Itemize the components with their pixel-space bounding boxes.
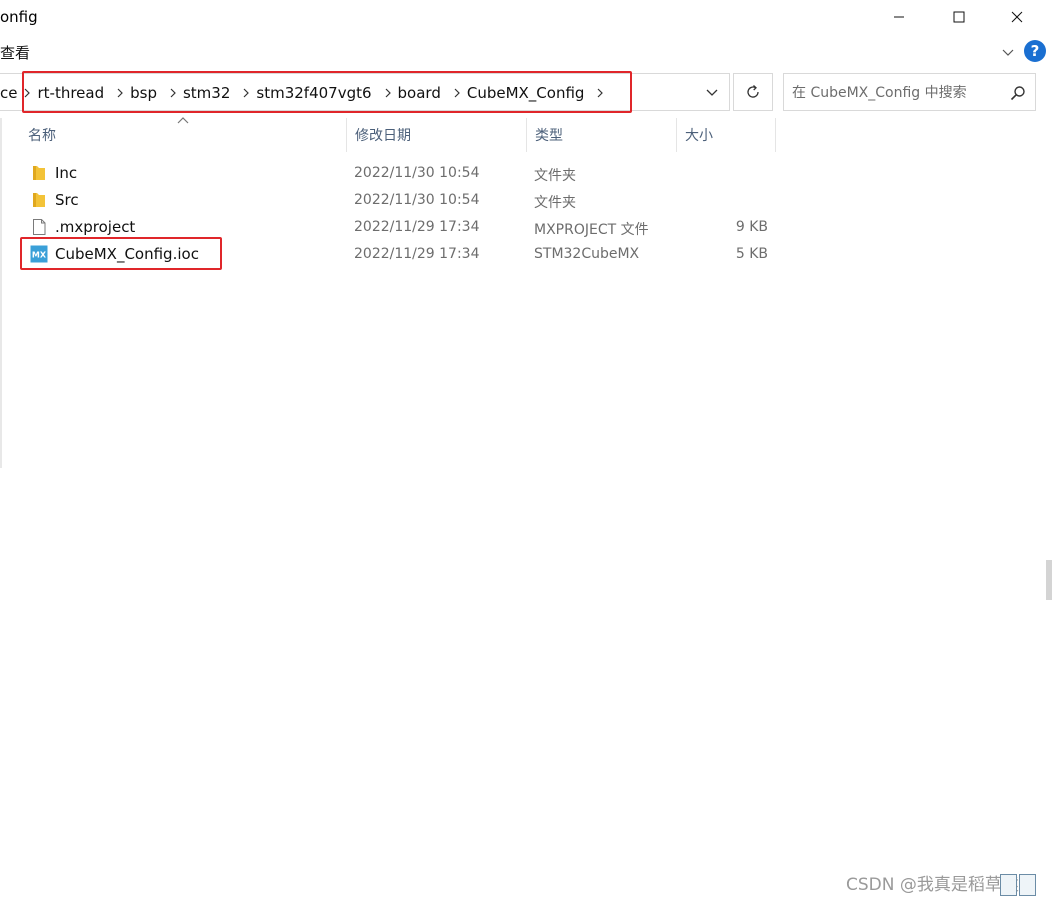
- breadcrumb-item-stm32[interactable]: stm32: [183, 84, 230, 102]
- file-date: 2022/11/30 10:54: [354, 165, 480, 181]
- file-size: 9 KB: [735, 219, 768, 235]
- column-header-size[interactable]: 大小: [676, 118, 776, 152]
- column-header-date[interactable]: 修改日期: [346, 118, 526, 152]
- breadcrumb-chevron-icon[interactable]: [110, 75, 130, 111]
- refresh-icon: [747, 85, 759, 98]
- breadcrumb-chevron-icon[interactable]: [447, 75, 467, 111]
- file-name: .mxproject: [55, 218, 136, 236]
- breadcrumb-item-rt-thread[interactable]: rt-thread: [37, 84, 104, 102]
- file-type: STM32CubeMX: [534, 246, 640, 262]
- file-date: 2022/11/29 17:34: [354, 219, 480, 235]
- chevron-down-icon: [706, 89, 718, 96]
- close-icon: [1011, 11, 1023, 23]
- file-name: Inc: [55, 164, 78, 182]
- watermark: CSDN @我真是稻草猿: [846, 875, 1019, 895]
- breadcrumb-chevron-icon[interactable]: [17, 75, 37, 111]
- file-row-src[interactable]: Src 2022/11/30 10:54 文件夹: [20, 187, 780, 214]
- breadcrumb-item-current[interactable]: CubeMX_Config: [467, 84, 585, 102]
- breadcrumb-chevron-icon[interactable]: [236, 75, 256, 111]
- breadcrumb-item-stm32f407vgt6[interactable]: stm32f407vgt6: [256, 84, 371, 102]
- column-header-type[interactable]: 类型: [526, 118, 676, 152]
- address-history-button[interactable]: [698, 84, 726, 102]
- file-row-mxproject[interactable]: .mxproject 2022/11/29 17:34 MXPROJECT 文件…: [20, 214, 780, 241]
- maximize-button[interactable]: [936, 0, 982, 34]
- cubemx-file-icon: MX: [30, 245, 48, 263]
- blank-file-icon: [33, 219, 46, 235]
- close-button[interactable]: [994, 0, 1040, 34]
- file-type: 文件夹: [534, 168, 576, 184]
- help-icon[interactable]: ?: [1024, 40, 1046, 62]
- file-row-ioc[interactable]: MX CubeMX_Config.ioc 2022/11/29 17:34 ST…: [20, 241, 780, 268]
- refresh-button[interactable]: [733, 73, 773, 111]
- breadcrumb-chevron-icon[interactable]: [590, 75, 610, 111]
- breadcrumb-chevron-icon[interactable]: [378, 75, 398, 111]
- ribbon-bar: 查看 ?: [0, 36, 1052, 66]
- file-name: CubeMX_Config.ioc: [55, 245, 199, 263]
- maximize-icon: [953, 11, 965, 23]
- file-name: Src: [55, 191, 79, 209]
- breadcrumb-chevron-icon[interactable]: [163, 75, 183, 111]
- file-type: 文件夹: [534, 195, 576, 211]
- tray-icon: [1000, 874, 1040, 898]
- breadcrumb-item-bsp[interactable]: bsp: [130, 84, 157, 102]
- navigation-pane-edge: [0, 118, 2, 468]
- column-header-name[interactable]: 名称: [20, 118, 346, 152]
- file-size: 5 KB: [735, 246, 768, 262]
- folder-icon: [33, 193, 45, 207]
- minimize-button[interactable]: [876, 0, 922, 34]
- title-bar: onfig: [0, 0, 1052, 34]
- ribbon-expand-chevron-icon[interactable]: [1000, 44, 1016, 60]
- search-icon[interactable]: [1010, 85, 1026, 101]
- folder-icon: [33, 166, 45, 180]
- file-row-inc[interactable]: Inc 2022/11/30 10:54 文件夹: [20, 160, 780, 187]
- cubemx-icon-label: MX: [32, 251, 47, 260]
- file-type: MXPROJECT 文件: [534, 222, 649, 238]
- file-explorer-window: onfig 查看 ? ce rt-thread bsp stm32 stm32f…: [0, 0, 1052, 900]
- breadcrumb: ce rt-thread bsp stm32 stm32f407vgt6 boa…: [0, 74, 610, 112]
- scrollbar-thumb[interactable]: [1046, 560, 1052, 600]
- address-bar[interactable]: ce rt-thread bsp stm32 stm32f407vgt6 boa…: [0, 73, 730, 111]
- tab-view[interactable]: 查看: [0, 42, 30, 63]
- breadcrumb-item-board[interactable]: board: [398, 84, 441, 102]
- minimize-icon: [894, 16, 904, 18]
- column-header-row: 名称 修改日期 类型 大小: [0, 118, 1052, 152]
- file-date: 2022/11/30 10:54: [354, 192, 480, 208]
- file-date: 2022/11/29 17:34: [354, 246, 480, 262]
- search-box[interactable]: [783, 73, 1036, 111]
- search-input[interactable]: [792, 82, 1002, 104]
- breadcrumb-item-parent[interactable]: ce: [0, 84, 17, 102]
- window-title: onfig: [0, 8, 38, 26]
